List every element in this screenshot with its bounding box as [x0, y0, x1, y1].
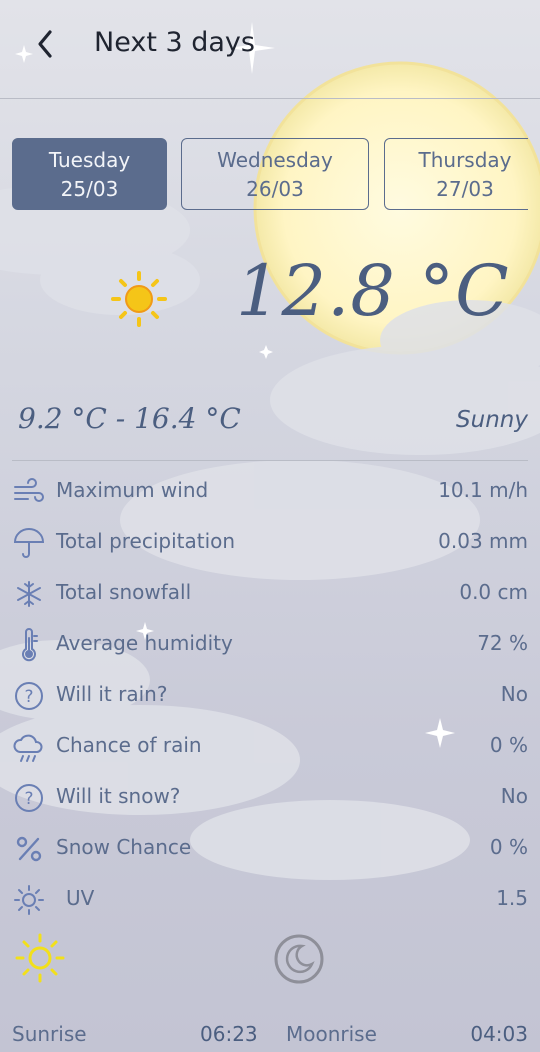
- moonrise-label: Moonrise: [286, 1022, 377, 1046]
- top-bar: Next 3 days: [0, 0, 540, 99]
- detail-value: 72 %: [477, 631, 528, 655]
- divider: [12, 460, 528, 461]
- details-list: Maximum wind 10.1 m/h Total precipitatio…: [12, 466, 528, 925]
- tab-day-label: Wednesday: [217, 148, 333, 172]
- current-temperature: 12.8 °C: [236, 250, 510, 332]
- svg-text:?: ?: [24, 687, 33, 707]
- question-icon: ?: [12, 679, 46, 713]
- sun-icon: [110, 270, 168, 332]
- detail-label: Will it snow?: [56, 784, 181, 808]
- tab-day-label: Tuesday: [48, 148, 131, 172]
- detail-label: Average humidity: [56, 631, 233, 655]
- moonrise-time: 04:03: [470, 1022, 528, 1046]
- sunrise-time: 06:23: [200, 1022, 258, 1046]
- snowflake-icon: [12, 577, 46, 611]
- detail-label: Total snowfall: [56, 580, 192, 604]
- svg-text:?: ?: [24, 789, 33, 809]
- detail-value: 1.5: [496, 886, 528, 910]
- sunrise-label: Sunrise: [12, 1022, 87, 1046]
- chevron-left-icon[interactable]: [30, 24, 64, 64]
- sunrise-icon: [12, 930, 68, 990]
- moon-icon: [272, 932, 326, 990]
- percent-icon: [12, 832, 46, 866]
- detail-value: No: [500, 682, 528, 706]
- umbrella-icon: [12, 526, 46, 560]
- detail-value: No: [500, 784, 528, 808]
- question-icon: ?: [12, 781, 46, 815]
- tab-date-label: 27/03: [436, 177, 494, 201]
- detail-label: Will it rain?: [56, 682, 168, 706]
- wind-icon: [12, 475, 46, 509]
- detail-value: 0 %: [489, 835, 528, 859]
- tab-thursday[interactable]: Thursday 27/03: [384, 138, 528, 210]
- detail-label: Total precipitation: [56, 529, 236, 553]
- tab-tuesday[interactable]: Tuesday 25/03: [12, 138, 167, 210]
- detail-row-precipitation: Total precipitation 0.03 mm: [12, 517, 528, 568]
- detail-row-will-snow: ? Will it snow? No: [12, 772, 528, 823]
- uv-sun-icon: [12, 883, 46, 917]
- tab-date-label: 26/03: [246, 177, 304, 201]
- detail-row-uv: UV 1.5: [12, 874, 528, 925]
- detail-row-wind: Maximum wind 10.1 m/h: [12, 466, 528, 517]
- tab-date-label: 25/03: [60, 177, 119, 201]
- temperature-range: 9.2 °C - 16.4 °C: [18, 402, 241, 435]
- tab-wednesday[interactable]: Wednesday 26/03: [181, 138, 369, 210]
- detail-label: UV: [66, 886, 95, 910]
- detail-row-snow-chance: Snow Chance 0 %: [12, 823, 528, 874]
- detail-row-will-rain: ? Will it rain? No: [12, 670, 528, 721]
- detail-value: 10.1 m/h: [438, 478, 528, 502]
- detail-label: Maximum wind: [56, 478, 209, 502]
- rain-cloud-icon: [12, 730, 46, 764]
- detail-label: Chance of rain: [56, 733, 202, 757]
- tab-day-label: Thursday: [418, 148, 512, 172]
- page-title: Next 3 days: [94, 27, 255, 58]
- detail-value: 0 %: [489, 733, 528, 757]
- detail-value: 0.03 mm: [438, 529, 528, 553]
- detail-row-humidity: Average humidity 72 %: [12, 619, 528, 670]
- detail-label: Snow Chance: [56, 835, 192, 859]
- weather-condition: Sunny: [456, 407, 528, 433]
- thermometer-icon: [12, 628, 46, 662]
- detail-row-snowfall: Total snowfall 0.0 cm: [12, 568, 528, 619]
- detail-row-rain-chance: Chance of rain 0 %: [12, 721, 528, 772]
- day-tabs: Tuesday 25/03 Wednesday 26/03 Thursday 2…: [12, 138, 528, 214]
- detail-value: 0.0 cm: [459, 580, 528, 604]
